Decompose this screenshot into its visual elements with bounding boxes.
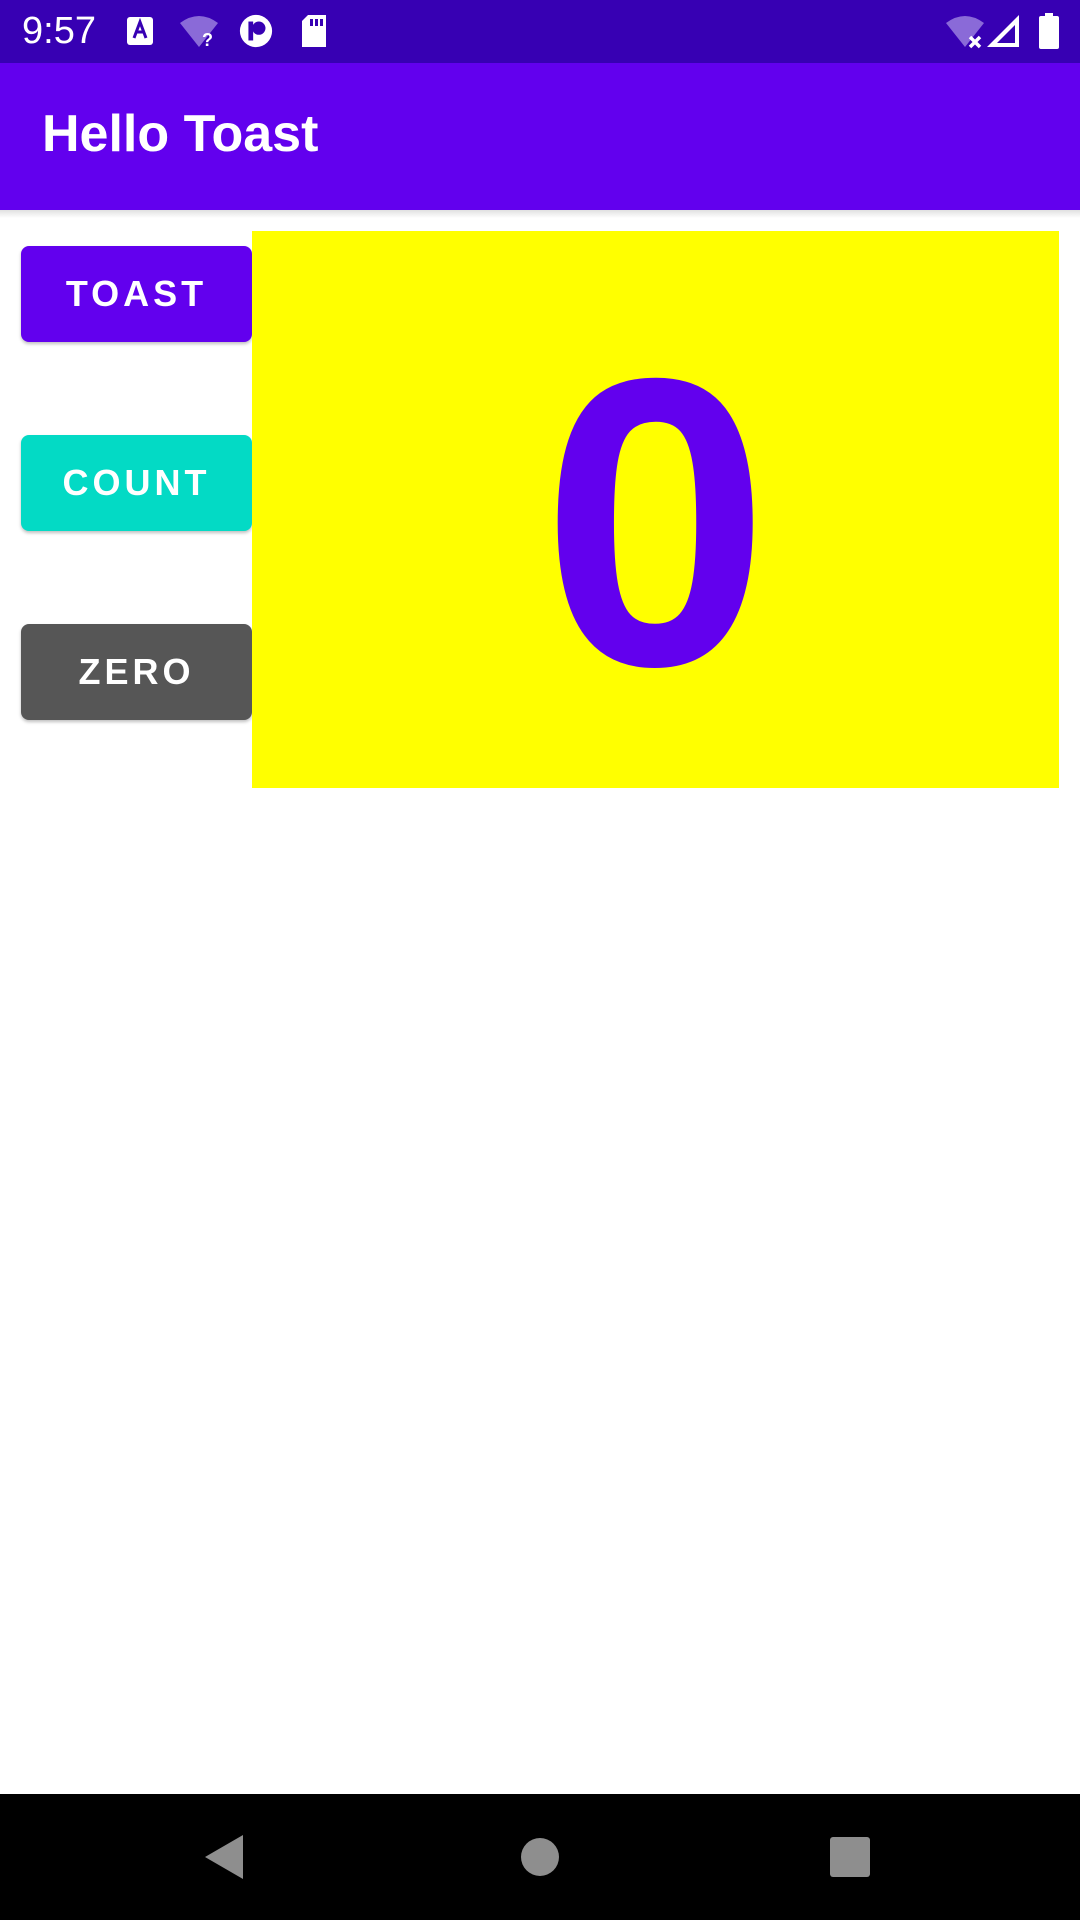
count-display: 0 — [252, 231, 1059, 788]
toast-button[interactable]: TOAST — [21, 246, 252, 342]
recents-icon[interactable] — [822, 1827, 878, 1887]
home-icon[interactable] — [510, 1827, 570, 1887]
status-bar: 9:57 ? — [0, 0, 1080, 63]
sd-card-icon — [302, 15, 326, 47]
text-a-icon — [127, 17, 153, 45]
battery-icon — [1039, 13, 1059, 49]
wifi-question-icon: ? — [180, 16, 218, 49]
app-bar: Hello Toast — [0, 63, 1080, 210]
svg-text:?: ? — [202, 30, 213, 49]
count-value: 0 — [541, 292, 770, 751]
back-icon[interactable] — [195, 1827, 251, 1887]
count-button[interactable]: COUNT — [21, 435, 252, 531]
zero-button[interactable]: ZERO — [21, 624, 252, 720]
app-bar-shadow — [0, 210, 1080, 218]
app-title: Hello Toast — [42, 105, 319, 163]
circle-badge-icon — [239, 14, 273, 48]
wifi-off-icon — [946, 16, 984, 49]
status-time: 9:57 — [22, 10, 96, 52]
signal-icon — [987, 15, 1019, 47]
navigation-bar — [0, 1794, 1080, 1920]
